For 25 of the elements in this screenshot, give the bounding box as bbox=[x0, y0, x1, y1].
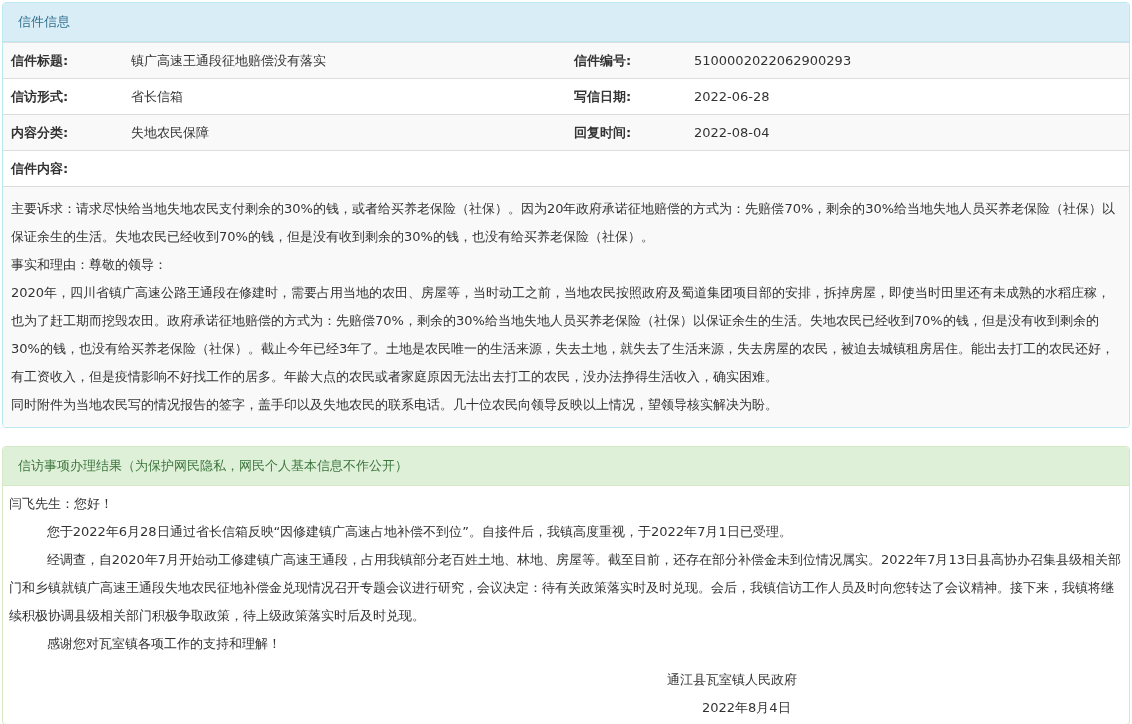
reply-date: 2022年8月4日 bbox=[701, 699, 792, 717]
reply-paragraph: 感谢您对瓦室镇各项工作的支持和理解！ bbox=[45, 635, 282, 653]
field-value: 镇广高速王通段征地赔偿没有落实 bbox=[130, 52, 327, 70]
field-label: 信件标题: bbox=[9, 52, 70, 70]
field-label: 信件内容: bbox=[9, 160, 70, 178]
field-label: 内容分类: bbox=[10, 124, 70, 142]
field-value: 省长信箱 bbox=[130, 88, 184, 106]
reply-paragraph: 您于2022年6月28日通过省长信箱反映“因修建镇广高速占地补偿不到位”。自接件后，我镇高度重视，于2022年7月1日已受理。 bbox=[45, 523, 793, 541]
content-paragraph: 事实和理由：尊敬的领导： bbox=[11, 256, 168, 274]
reply-greeting: 闫飞先生：您好！ bbox=[9, 495, 114, 513]
reply-signature: 通江县瓦室镇人民政府 bbox=[666, 671, 798, 689]
field-label: 写信日期: bbox=[573, 88, 633, 106]
panel-heading: 信件信息 bbox=[3, 3, 1129, 42]
field-label: 信件编号: bbox=[572, 52, 633, 70]
content-paragraph: 主要诉求：请求尽快给当地失地农民支付剩余的30%的钱，或者给买养老保险（社保）。因为20年政府承诺征地赔偿的方式为：先赔偿70%，剩余的30%给当地失地人员买养老保险（社保）以保证余生的生活。失地农民已经收到70%的钱，但是没有收到剩余的30%的钱，也没有给买养老保险（社保）。 bbox=[11, 200, 1117, 246]
panel-heading: 信访事项办理结果（为保护网民隐私，网民个人基本信息不作公开） bbox=[3, 447, 1129, 486]
field-value: 5100002022062900293 bbox=[693, 52, 853, 70]
reply-paragraph: 经调查，自2020年7月开始动工修建镇广高速王通段，占用我镇部分老百姓土地、林地、房屋等。截至目前，还存在部分补偿金未到位情况属实。2022年7月13日县高协办召集县级相关部门和乡镇就镇广高速王通段失地农民征地补偿金兑现情况召开专题会议进行研究，会议决定：待有关政策落实时及时兑现。会后，我镇信访工作人员及时向您转达了会议精神。接下来，我镇将继续积极协调县级相关部门积极争取政策，待上级政策落实时后及时兑现。 bbox=[9, 551, 1121, 625]
field-label: 回复时间: bbox=[573, 124, 633, 142]
field-value: 2022-06-28 bbox=[693, 88, 771, 106]
field-label: 信访形式: bbox=[9, 88, 70, 106]
content-paragraph: 2020年，四川省镇广高速公路王通段在修建时，需要占用当地的农田、房屋等，当时动工之前，当地农民按照政府及蜀道集团项目部的安排，拆掉房屋，即使当时田里还有未成熟的水稻庄稼，也为了赶工期而挖毁农田。政府承诺征地赔偿的方式为：先赔偿70%，剩余的30%给当地失地人员买养老保险（社保）以保证余生的生活。失地农民已经收到70%的钱，但是没有收到剩余的30%的钱，也没有给买养老保险（社保）。截止今年已经3年了。土地是农民唯一的生活来源，失去土地，就失去了生活来源，失去房屋的农民，被迫去城镇租房居住。能出去打工的农民还好，有工资收入，但是疫情影响不好找工作的居多。年龄大点的农民或者家庭原因无法出去打工的农民，没办法挣得生活收入，确实困难。 bbox=[11, 284, 1116, 386]
field-value: 失地农民保障 bbox=[130, 124, 210, 142]
field-value: 2022-08-04 bbox=[693, 124, 771, 142]
content-paragraph: 同时附件为当地农民写的情况报告的签字，盖手印以及失地农民的联系电话。几十位农民向领导反映以上情况，望领导核实解决为盼。 bbox=[11, 396, 779, 414]
